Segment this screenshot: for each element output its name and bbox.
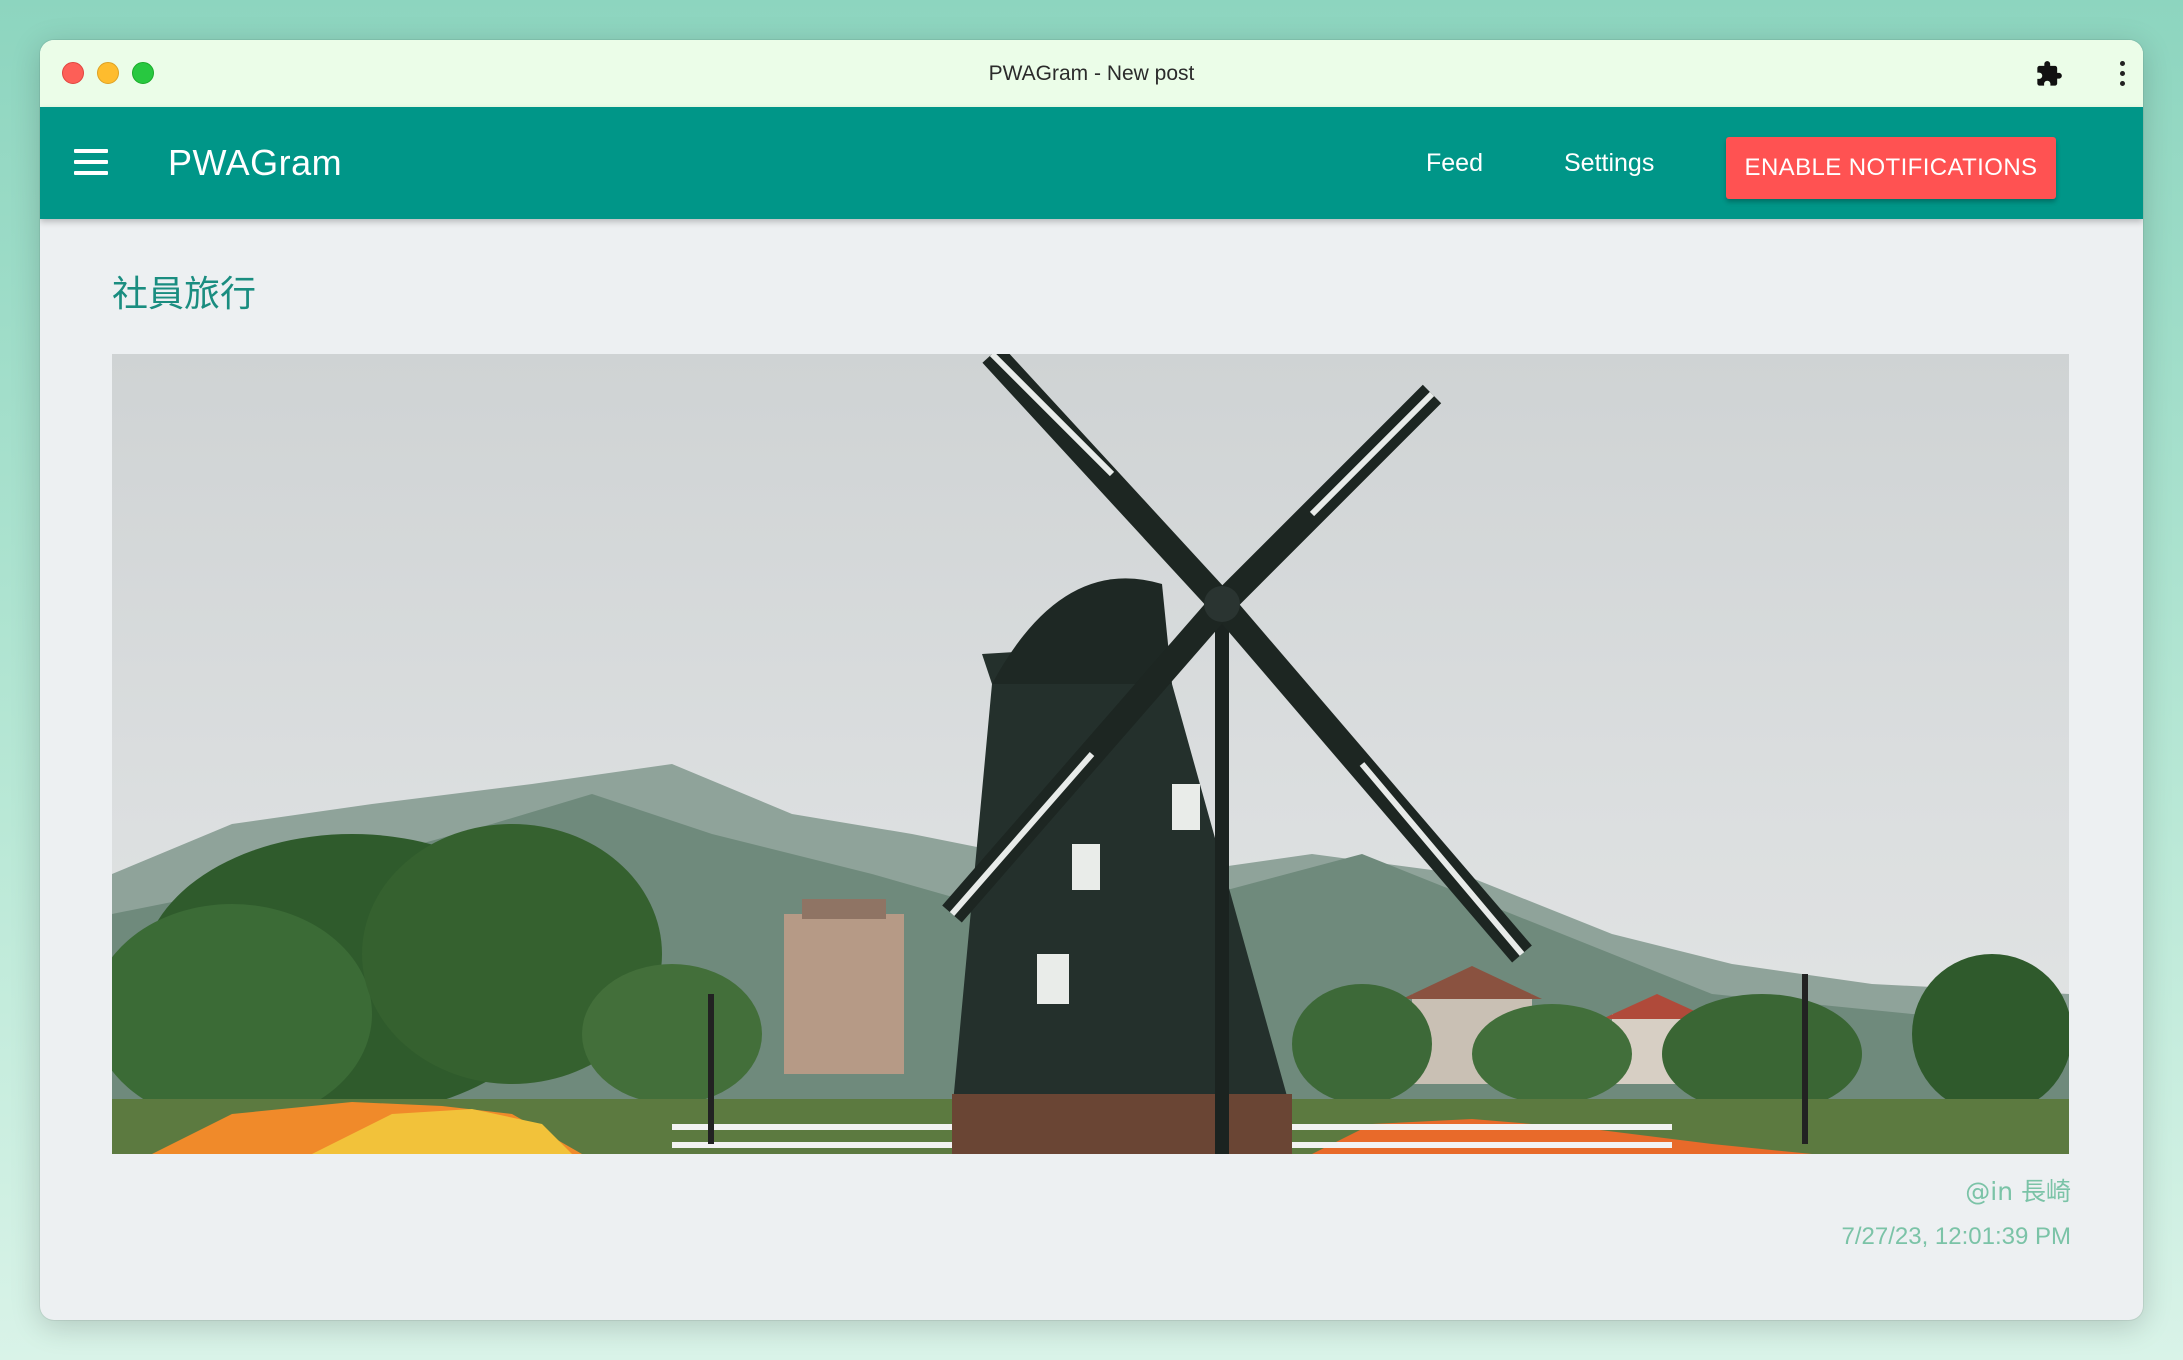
window-titlebar: PWAGram - New post (40, 40, 2143, 108)
nav-feed-link[interactable]: Feed (1426, 107, 1483, 219)
post-timestamp: 7/27/23, 12:01:39 PM (1841, 1223, 2072, 1250)
app-toolbar: PWAGram Feed Settings ENABLE NOTIFICATIO… (40, 107, 2143, 219)
window-title: PWAGram - New post (988, 62, 1195, 85)
puzzle-icon[interactable] (2035, 60, 2063, 88)
post-location: @in 長崎 (1965, 1177, 2071, 1206)
more-vert-icon[interactable] (2117, 59, 2127, 89)
post-image (112, 354, 2069, 1154)
post-title: 社員旅行 (112, 274, 257, 315)
hamburger-menu-icon[interactable] (74, 149, 108, 177)
app-brand[interactable]: PWAGram (168, 107, 342, 219)
nav-settings-link[interactable]: Settings (1564, 107, 1654, 219)
post-content: 社員旅行 @in 長崎 7/27/23, 12:01:39 PM (40, 219, 2143, 1320)
browser-window: PWAGram - New post PWAGram Feed Settings… (40, 40, 2143, 1320)
enable-notifications-button[interactable]: ENABLE NOTIFICATIONS (1726, 137, 2056, 199)
